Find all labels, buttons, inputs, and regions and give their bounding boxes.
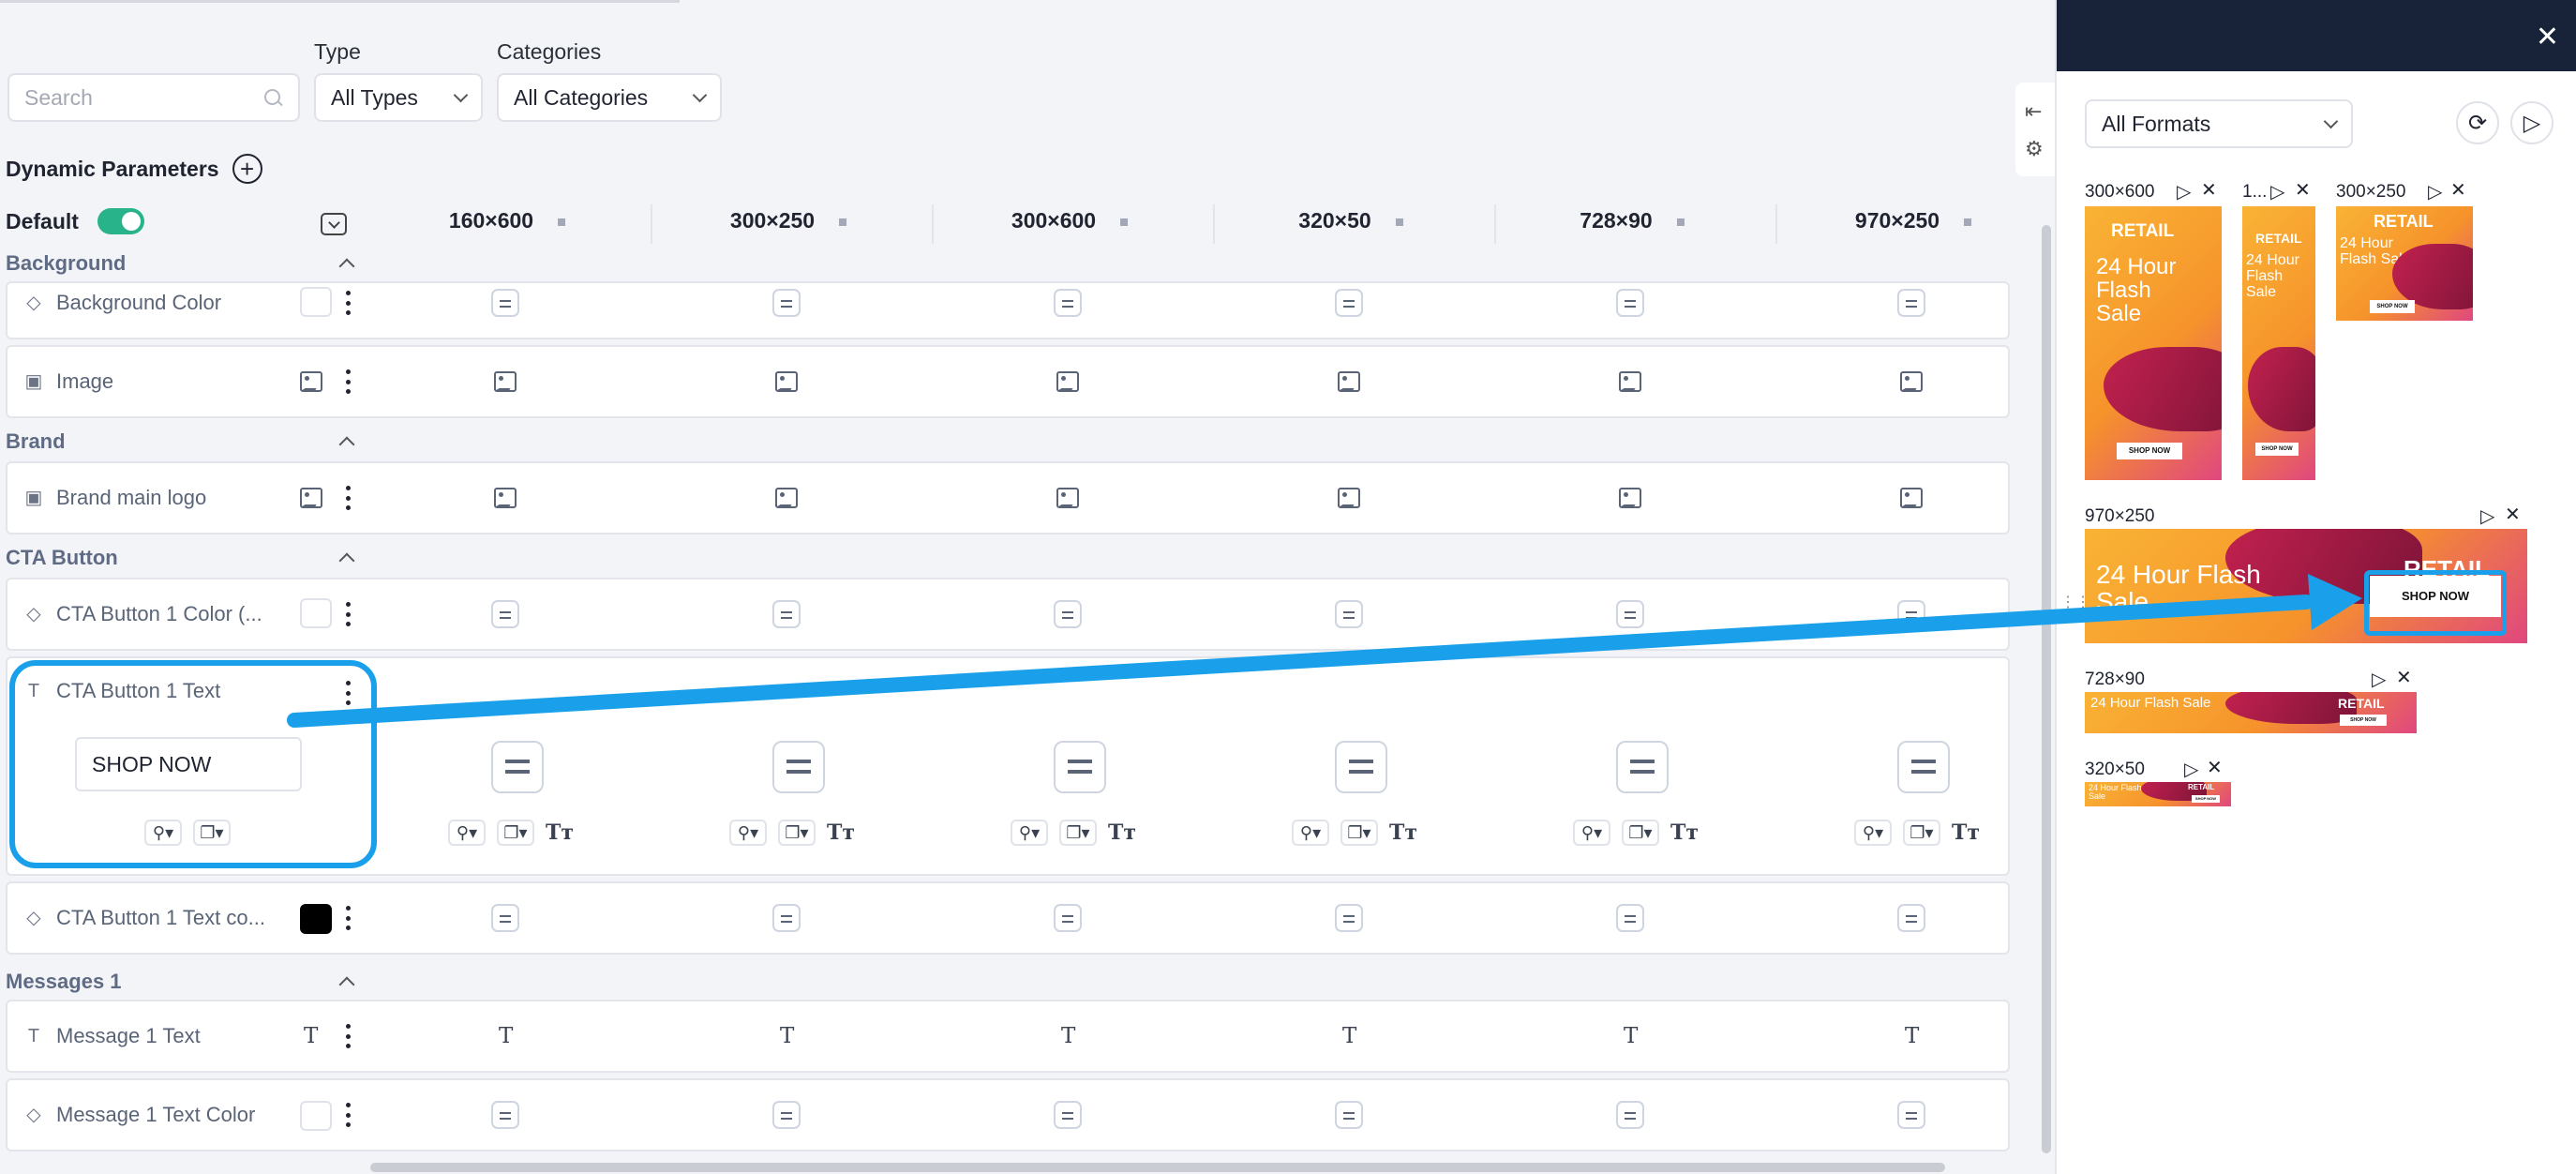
- annotation-arrow: [287, 574, 2362, 728]
- page: { "filters": { "search_placeholder": "Se…: [0, 0, 2576, 1174]
